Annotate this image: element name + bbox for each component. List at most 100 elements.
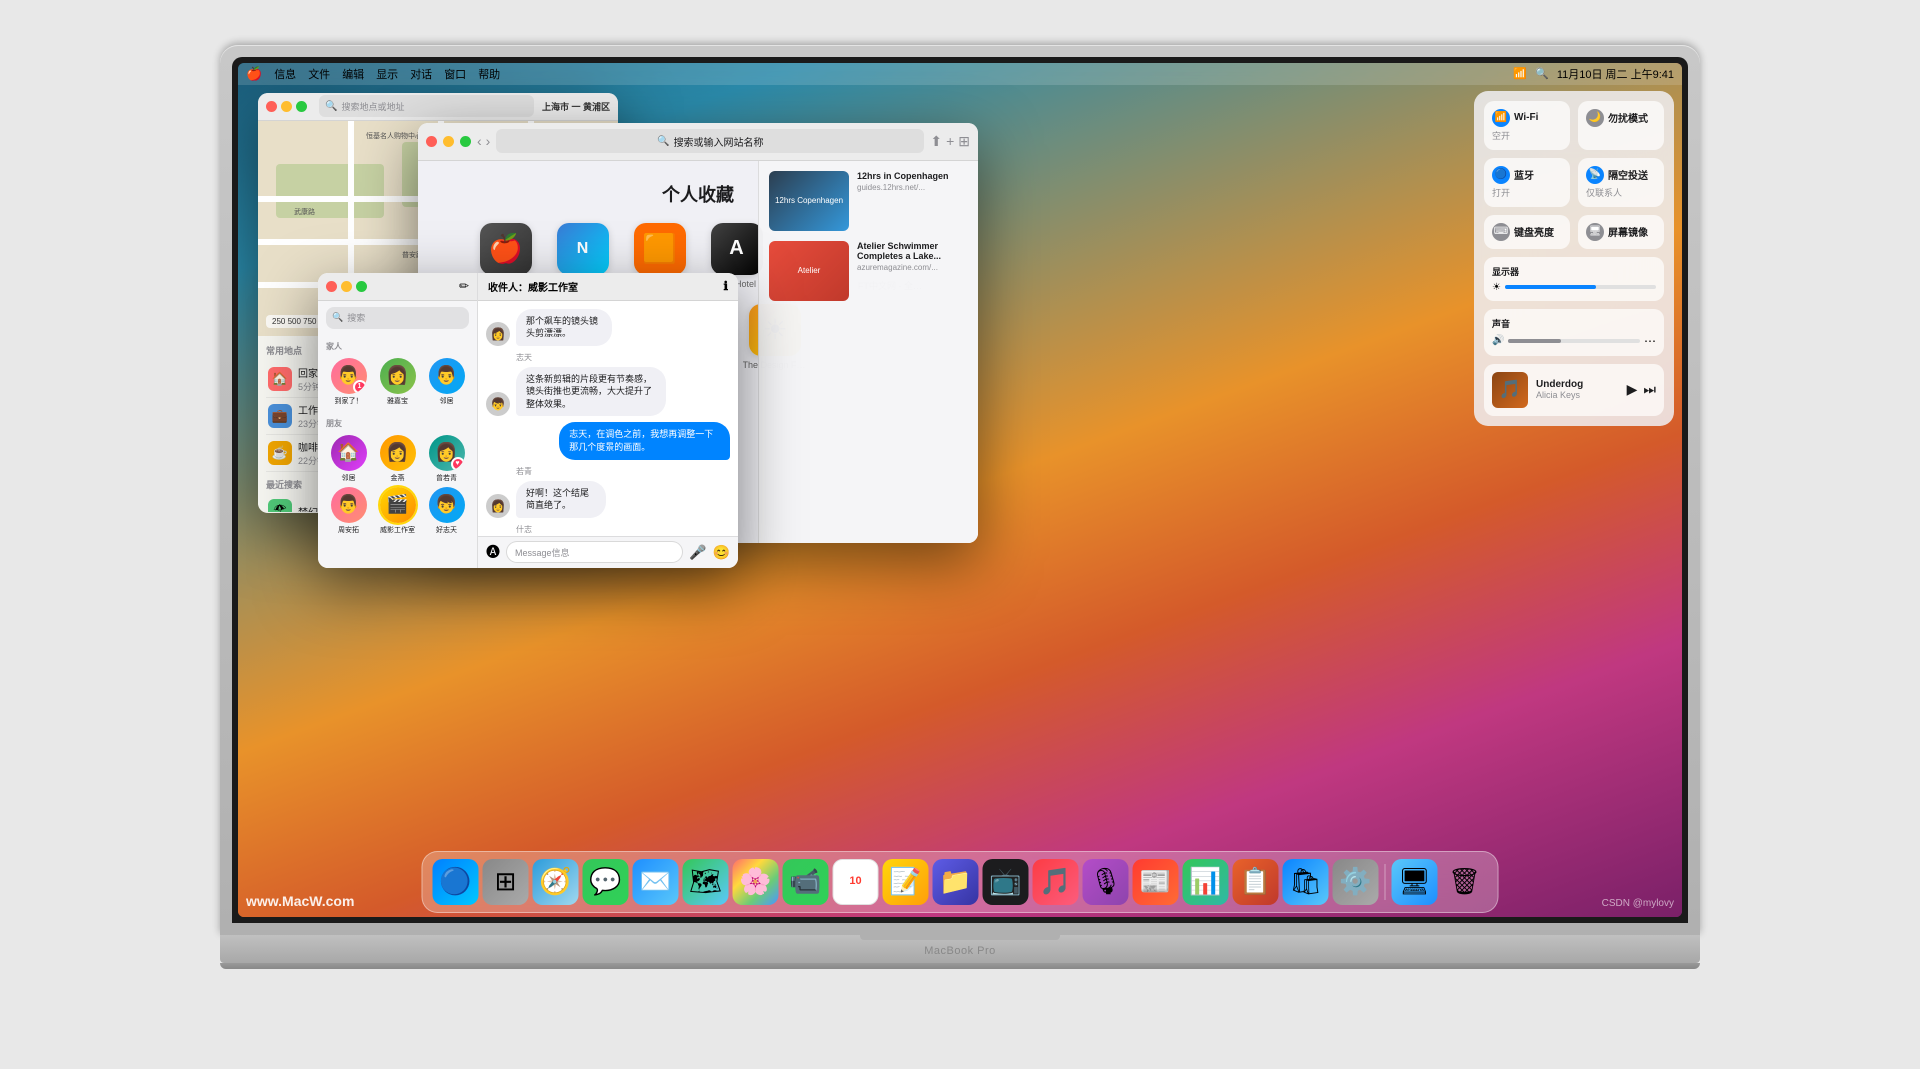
contact-avatar-1: 👩 xyxy=(380,358,416,394)
safari-forward-icon[interactable]: › xyxy=(486,133,491,149)
reading-item-1[interactable]: Atelier Atelier Schwimmer Completes a La… xyxy=(769,241,968,301)
cc-music-play-icon[interactable]: ▶ xyxy=(1627,381,1638,398)
messages-emoji-icon[interactable]: 😊 xyxy=(713,544,730,561)
safari-share-icon[interactable]: ⬆ xyxy=(930,133,942,150)
menu-file[interactable]: 文件 xyxy=(308,66,330,82)
cc-dnd-tile[interactable]: 🌙 勿扰模式 xyxy=(1578,101,1664,150)
msg-bubble-1: 这条新剪辑的片段更有节奏感，镜头街推也更流畅，大大提升了整体效果。 xyxy=(516,367,666,417)
dock-podcasts[interactable]: 🎙 xyxy=(1083,859,1129,905)
safari-new-tab-icon[interactable]: + xyxy=(946,133,954,150)
safari-close[interactable] xyxy=(426,136,437,147)
safari-maximize[interactable] xyxy=(460,136,471,147)
maps-search-icon: 🔍 xyxy=(325,101,337,112)
dock-appstore[interactable]: 🛍 xyxy=(1283,859,1329,905)
messages-apps-icon[interactable]: 🅐 xyxy=(486,542,500,562)
cc-bluetooth-tile[interactable]: 🔵 蓝牙 打开 xyxy=(1484,158,1570,207)
contact-item-2[interactable]: 👨 邻居 xyxy=(424,358,469,406)
cc-display-label: 显示器 xyxy=(1492,265,1656,278)
safari-sidebar-icon[interactable]: ⊞ xyxy=(958,133,970,150)
maps-item-work-icon: 💼 xyxy=(268,404,292,428)
dock-trash[interactable]: 🗑 xyxy=(1442,859,1488,905)
dock-calendar[interactable]: 10 xyxy=(833,859,879,905)
contact-item-5[interactable]: 👩 ♥ 曾若青 xyxy=(424,435,469,483)
contact-item-3[interactable]: 🏠 邻居 xyxy=(326,435,371,483)
dock-launchpad[interactable]: ⊞ xyxy=(483,859,529,905)
reading-info-1: Atelier Schwimmer Completes a Lake... az… xyxy=(857,241,968,301)
safari-back-icon[interactable]: ‹ xyxy=(477,133,482,149)
dock-photos[interactable]: 🌸 xyxy=(733,859,779,905)
contact-item-1[interactable]: 👩 雅嘉宝 xyxy=(375,358,420,406)
dock-finder[interactable]: 🔵 xyxy=(433,859,479,905)
dock-messages[interactable]: 💬 xyxy=(583,859,629,905)
dock-news[interactable]: 📰 xyxy=(1133,859,1179,905)
cc-mirror-tile[interactable]: 🖥 屏幕镜像 xyxy=(1578,215,1664,249)
dock-appletv[interactable]: 📺 xyxy=(983,859,1029,905)
messages-close[interactable] xyxy=(326,281,337,292)
maps-minimize[interactable] xyxy=(281,101,292,112)
apple-menu[interactable]: 🍎 xyxy=(246,66,262,82)
maps-close[interactable] xyxy=(266,101,277,112)
cc-music-skip-icon[interactable]: ⏭ xyxy=(1643,381,1656,398)
dock-screentime[interactable]: 🖥 xyxy=(1392,859,1438,905)
messages-maximize[interactable] xyxy=(356,281,367,292)
dock-safari[interactable]: 🧭 xyxy=(533,859,579,905)
menu-edit[interactable]: 编辑 xyxy=(342,66,364,82)
menu-view[interactable]: 显示 xyxy=(376,66,398,82)
chat-info-icon[interactable]: ℹ xyxy=(723,279,728,293)
contact-avatar-6: 👨 xyxy=(331,487,367,523)
messages-audio-icon[interactable]: 🎤 xyxy=(689,544,706,561)
dock-systemprefs[interactable]: ⚙️ xyxy=(1333,859,1379,905)
dock-facetime[interactable]: 📹 xyxy=(783,859,829,905)
menu-messages[interactable]: 信息 xyxy=(274,66,296,82)
msg-avatar-3: 👩 xyxy=(486,494,510,518)
cc-airdrop-tile[interactable]: 📡 隔空投送 仅联系人 xyxy=(1578,158,1664,207)
msg-row-3: 👩 若青 好啊！这个结尾简直绝了。 xyxy=(486,466,730,518)
cc-sound-slider[interactable]: 🔊 ⋯ xyxy=(1492,334,1656,348)
safari-addressbar[interactable]: 🔍 搜索或输入网站名称 xyxy=(496,129,924,153)
contact-item-4[interactable]: 👩 金燕 xyxy=(375,435,420,483)
messages-minimize[interactable] xyxy=(341,281,352,292)
messages-search-icon: 🔍 xyxy=(332,312,343,323)
contact-item-7[interactable]: 🎬 威影工作室 xyxy=(375,487,420,535)
messages-compose-icon[interactable]: ✏ xyxy=(459,279,469,293)
maps-item-bay-icon: 🏖 xyxy=(268,499,292,512)
menubar-icon-search[interactable]: 🔍 xyxy=(1535,67,1549,80)
cc-sound-more-icon[interactable]: ⋯ xyxy=(1644,334,1656,348)
contact-item-0[interactable]: 👨 1 到家了！ xyxy=(326,358,371,406)
cc-music-tile[interactable]: 🎵 Underdog Alicia Keys ▶ ⏭ xyxy=(1484,364,1664,416)
dock-keynote[interactable]: 📋 xyxy=(1233,859,1279,905)
dock-numbers[interactable]: 📊 xyxy=(1183,859,1229,905)
menubar-icon-wifi[interactable]: 📶 xyxy=(1513,67,1527,80)
cc-wifi-tile[interactable]: 📶 Wi-Fi 空开 xyxy=(1484,101,1570,150)
maps-title: 上海市 一 黄浦区 xyxy=(542,100,610,113)
dock-mail[interactable]: ✉️ xyxy=(633,859,679,905)
msg-bubble-0: 那个飙车的镜头镜头剪漂漂。 xyxy=(516,309,612,346)
cc-display-slider[interactable]: ☀ xyxy=(1492,282,1656,293)
contact-item-8[interactable]: 👦 好志天 xyxy=(424,487,469,535)
dock-maps[interactable]: 🗺 xyxy=(683,859,729,905)
cc-music-info: Underdog Alicia Keys xyxy=(1536,379,1619,400)
messages-search[interactable]: 🔍 搜索 xyxy=(326,307,469,329)
msg-row-0: 👩 那个飙车的镜头镜头剪漂漂。 xyxy=(486,309,730,346)
cc-display-tile[interactable]: 显示器 ☀ xyxy=(1484,257,1664,301)
reading-item-0[interactable]: 12hrs Copenhagen 12hrs in Copenhagen gui… xyxy=(769,171,968,231)
dock-music[interactable]: 🎵 xyxy=(1033,859,1079,905)
contact-item-6[interactable]: 👨 周安拓 xyxy=(326,487,371,535)
cc-sound-tile[interactable]: 声音 🔊 ⋯ xyxy=(1484,309,1664,356)
dock-notes[interactable]: 📝 xyxy=(883,859,929,905)
cc-keyboard-tile[interactable]: ⌨ 键盘亮度 xyxy=(1484,215,1570,249)
menu-window[interactable]: 窗口 xyxy=(444,66,466,82)
menu-help[interactable]: 帮助 xyxy=(478,66,500,82)
messages-contacts: 家人 👨 1 到家了！ xyxy=(318,335,477,568)
macbook-foot xyxy=(220,963,1700,969)
contact-name-7: 威影工作室 xyxy=(380,525,415,535)
messages-input-field[interactable]: Message信息 xyxy=(506,541,683,563)
reading-url-0: guides.12hrs.net/... xyxy=(857,183,968,192)
maps-search-bar[interactable]: 🔍 搜索地点或地址 xyxy=(319,95,534,117)
maps-maximize[interactable] xyxy=(296,101,307,112)
screen-bezel: 🍎 信息 文件 编辑 显示 对话 窗口 帮助 📶 🔍 11月10日 周二 上午9… xyxy=(232,57,1688,923)
safari-minimize[interactable] xyxy=(443,136,454,147)
dock-files[interactable]: 📁 xyxy=(933,859,979,905)
menu-conversation[interactable]: 对话 xyxy=(410,66,432,82)
safari-search-icon: 🔍 xyxy=(657,136,669,147)
